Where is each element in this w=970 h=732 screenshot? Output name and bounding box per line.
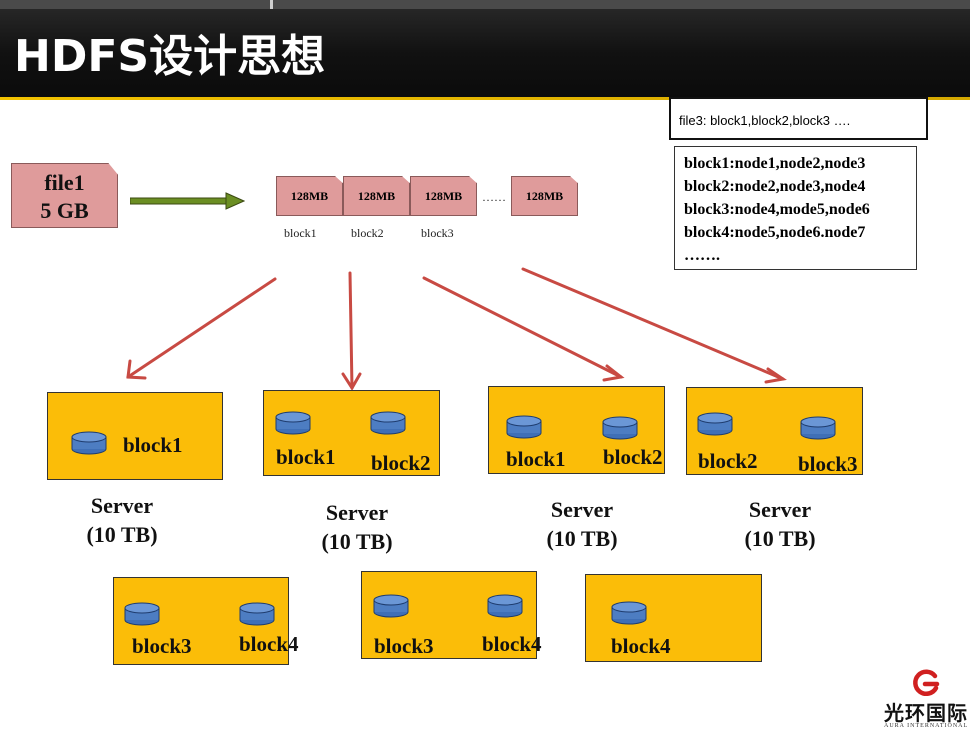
server-7: block4 [585,574,762,662]
disk-icon [373,594,409,618]
server-1-caption-size: (10 TB) [86,522,158,547]
server-3: block1 block2 [488,386,665,474]
server-5: block3 block4 [113,577,299,665]
server-1-block-1: block1 [123,433,183,457]
server-3-caption: Server (10 TB) [522,495,642,553]
server-2-caption: Server (10 TB) [297,498,417,556]
server-2: block1 block2 [263,390,440,476]
server-4-block-1: block2 [698,449,758,473]
disk-icon [275,411,311,435]
disk-icon [611,601,647,625]
server-5-block-2: block4 [239,632,299,656]
arrow-4 [521,267,785,381]
server-6-block-1: block3 [374,634,434,658]
server-3-block-1: block1 [506,447,566,471]
server-3-caption-title: Server [550,497,614,522]
arrow-2 [348,271,354,390]
server-3-block-2: block2 [603,445,663,469]
disk-icon [506,415,542,439]
disk-icon [239,602,275,626]
disk-icon [370,411,406,435]
server-4-caption-size: (10 TB) [744,526,816,551]
server-6-block-2: block4 [482,632,542,656]
server-7-block-1: block4 [611,634,671,658]
server-3-caption-size: (10 TB) [546,526,618,551]
logo-mark-icon [913,669,940,696]
logo-subtitle: AURA INTERNATIONAL [884,723,969,729]
server-4-block-2: block3 [798,452,858,476]
disk-icon [697,412,733,436]
server-2-block-2: block2 [371,451,431,475]
server-1-caption-title: Server [90,493,154,518]
server-2-caption-title: Server [325,500,389,525]
disk-icon [71,431,107,455]
server-2-block-1: block1 [276,445,336,469]
server-1-caption: Server (10 TB) [62,491,182,549]
arrow-3 [422,276,623,379]
server-4-caption: Server (10 TB) [720,495,840,553]
arrow-1 [126,277,277,379]
server-4: block2 block3 [686,387,863,476]
server-2-caption-size: (10 TB) [321,529,393,554]
disk-icon [487,594,523,618]
logo-name: 光环国际 [884,703,968,725]
server-1: block1 [47,392,223,480]
server-5-block-1: block3 [132,634,192,658]
disk-icon [800,416,836,440]
disk-icon [602,416,638,440]
server-6: block3 block4 [361,571,542,659]
server-4-caption-title: Server [748,497,812,522]
disk-icon [124,602,160,626]
